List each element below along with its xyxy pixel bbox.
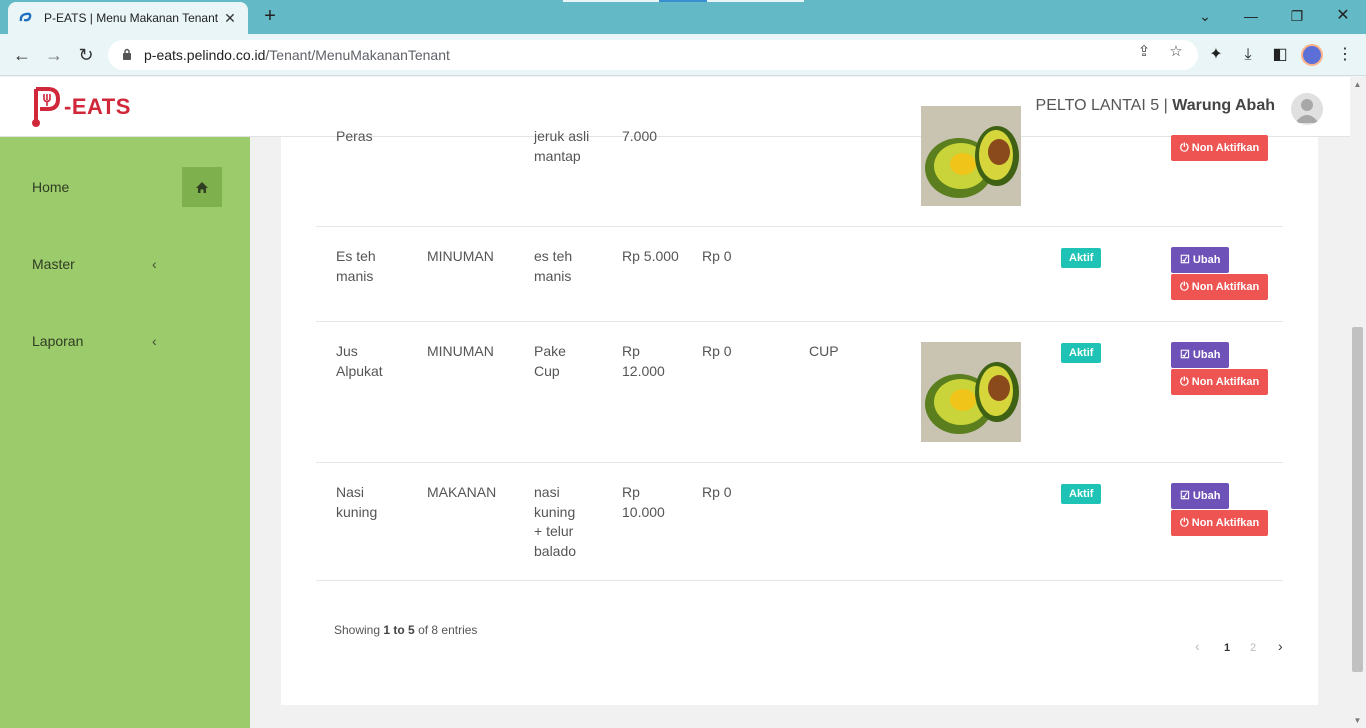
restore-window-button[interactable]: ❐: [1285, 5, 1309, 27]
location-label: PELTO LANTAI 5 |: [1035, 97, 1168, 114]
url-path: /Tenant/MenuMakananTenant: [265, 47, 450, 63]
deactivate-button[interactable]: ⏻ Non Aktifkan: [1171, 135, 1269, 161]
deactivate-label: Non Aktifkan: [1191, 142, 1260, 154]
reload-button[interactable]: ↻: [74, 43, 98, 67]
extensions-icon[interactable]: ✦: [1206, 45, 1226, 65]
sidebar-item-laporan[interactable]: Laporan: [32, 333, 83, 349]
page-2-button[interactable]: 2: [1250, 642, 1256, 654]
menu-name: Nasi kuning: [336, 484, 378, 520]
close-window-button[interactable]: ✕: [1331, 5, 1355, 27]
tab-title: P-EATS | Menu Makanan Tenant: [44, 11, 219, 25]
logo-text: -EATS: [64, 94, 131, 119]
status-badge: Aktif: [1061, 343, 1102, 363]
menu-name: Es teh manis: [336, 248, 376, 284]
table-row: Es teh manis MINUMAN es teh manis Rp 5.0…: [316, 227, 1283, 322]
browser-toolbar: ← → ↻ p-eats.pelindo.co.id/Tenant/MenuMa…: [0, 34, 1366, 76]
menu-discount: Rp 0: [702, 343, 732, 359]
entries-info: Showing 1 to 5 of 8 entries: [334, 623, 477, 637]
table-row: Jus Alpukat MINUMAN Pake Cup Rp 12.000 R…: [316, 322, 1283, 463]
menu-price: 7.000: [622, 128, 658, 144]
new-tab-button[interactable]: +: [258, 5, 282, 29]
forward-button[interactable]: →: [42, 43, 66, 67]
menu-name: Jus Alpukat: [336, 343, 383, 379]
sidebar: Home Master ‹ Laporan ‹: [0, 137, 250, 728]
menu-description: Pake Cup: [534, 343, 566, 379]
scroll-up-icon[interactable]: ▲: [1352, 80, 1363, 89]
share-icon[interactable]: ⇪: [1134, 42, 1154, 62]
chevron-left-icon[interactable]: ‹: [152, 333, 157, 349]
chevron-left-icon[interactable]: ‹: [152, 256, 157, 272]
app-logo[interactable]: -EATS: [30, 85, 131, 129]
tab-strip-decoration: [659, 0, 707, 2]
tab-strip-decoration: [563, 0, 659, 2]
avocado-image: [921, 106, 1021, 206]
url-host: p-eats.pelindo.co.id: [144, 47, 266, 63]
deactivate-button[interactable]: ⏻ Non Aktifkan: [1171, 369, 1269, 395]
site-favicon-icon: [18, 10, 34, 26]
status-badge: Aktif: [1061, 484, 1102, 504]
sidebar-item-master[interactable]: Master: [32, 256, 75, 272]
menu-category: MINUMAN: [427, 343, 494, 359]
menu-price: Rp 12.000: [622, 343, 665, 379]
deactivate-button[interactable]: ⏻ Non Aktifkan: [1171, 274, 1269, 300]
minimize-window-button[interactable]: —: [1239, 5, 1263, 27]
menu-description: es teh manis: [534, 248, 573, 284]
scrollbar-thumb[interactable]: [1352, 327, 1363, 672]
scroll-down-icon[interactable]: ▼: [1352, 716, 1363, 725]
deactivate-button[interactable]: ⏻ Non Aktifkan: [1171, 510, 1269, 536]
browser-menu-icon[interactable]: ⋮: [1335, 45, 1355, 65]
menu-unit: CUP: [809, 343, 839, 359]
menu-price: Rp 5.000: [622, 248, 679, 264]
lock-icon: [122, 48, 134, 63]
edit-button[interactable]: ☑ Ubah: [1171, 247, 1230, 273]
main-content: Peras jeruk asli mantap 7.000 ⏻ Non Akti…: [250, 106, 1350, 728]
browser-tab-strip: P-EATS | Menu Makanan Tenant ✕ + ⌄ — ❐ ✕: [0, 0, 1366, 34]
tab-strip-decoration: [707, 0, 804, 2]
side-panel-icon[interactable]: ◧: [1270, 45, 1290, 65]
menu-category: MINUMAN: [427, 248, 494, 264]
menu-discount: Rp 0: [702, 484, 732, 500]
deactivate-label: Non Aktifkan: [1191, 517, 1260, 529]
menu-name: Peras: [336, 128, 373, 144]
entries-info-range: 1 to 5: [383, 623, 415, 637]
profile-avatar[interactable]: [1301, 44, 1323, 66]
menu-category: MAKANAN: [427, 484, 497, 500]
next-page-button[interactable]: ›: [1278, 638, 1283, 654]
address-bar[interactable]: p-eats.pelindo.co.id/Tenant/MenuMakananT…: [108, 40, 1198, 70]
edit-label: Ubah: [1192, 490, 1221, 502]
user-info: PELTO LANTAI 5 | Warung Abah: [1036, 97, 1275, 115]
tab-search-icon[interactable]: ⌄: [1193, 5, 1217, 27]
back-button[interactable]: ←: [10, 43, 34, 67]
logo-pin-icon: [30, 85, 62, 129]
edit-label: Ubah: [1192, 254, 1221, 266]
bookmark-star-icon[interactable]: ☆: [1166, 42, 1186, 62]
status-badge: Aktif: [1061, 248, 1102, 268]
prev-page-button[interactable]: ‹: [1195, 638, 1200, 654]
menu-price: Rp 10.000: [622, 484, 665, 520]
edit-button[interactable]: ☑ Ubah: [1171, 483, 1230, 509]
page-1-button[interactable]: 1: [1224, 642, 1230, 654]
download-icon[interactable]: ⤓: [1238, 45, 1258, 65]
edit-button[interactable]: ☑ Ubah: [1171, 342, 1230, 368]
sidebar-item-home[interactable]: Home: [32, 179, 69, 195]
user-avatar[interactable]: [1291, 93, 1323, 125]
menu-description: nasi kuning + telur balado: [534, 484, 577, 559]
menu-table-card: Peras jeruk asli mantap 7.000 ⏻ Non Akti…: [281, 106, 1318, 705]
deactivate-label: Non Aktifkan: [1191, 281, 1260, 293]
entries-info-prefix: Showing: [334, 623, 381, 637]
table-row: Peras jeruk asli mantap 7.000 ⏻ Non Akti…: [316, 106, 1283, 227]
menu-description: jeruk asli mantap: [534, 128, 590, 164]
home-icon[interactable]: [182, 167, 222, 207]
entries-info-suffix: of 8 entries: [418, 623, 478, 637]
table-row: Nasi kuning MAKANAN nasi kuning + telur …: [316, 463, 1283, 581]
deactivate-label: Non Aktifkan: [1191, 376, 1260, 388]
edit-label: Ubah: [1192, 349, 1221, 361]
tab-close-icon[interactable]: ✕: [222, 10, 238, 27]
avocado-image: [921, 342, 1021, 442]
tenant-name: Warung Abah: [1172, 97, 1275, 114]
menu-discount: Rp 0: [702, 248, 732, 264]
browser-tab[interactable]: P-EATS | Menu Makanan Tenant ✕: [8, 2, 248, 34]
